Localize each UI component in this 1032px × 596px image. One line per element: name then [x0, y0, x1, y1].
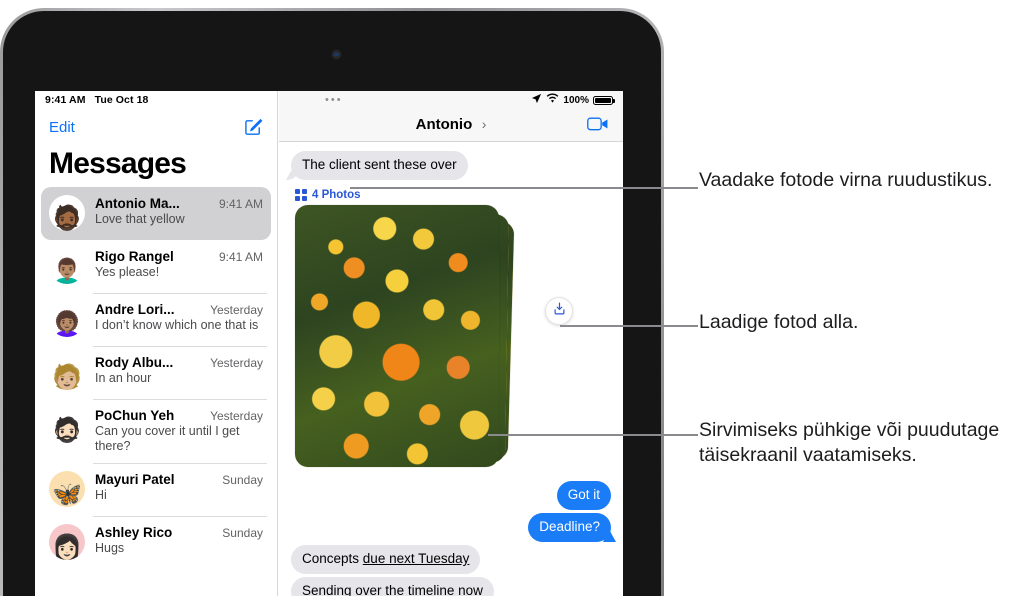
- message-text: Concepts: [302, 551, 363, 566]
- message-bubble[interactable]: Sending over the timeline now: [291, 577, 494, 596]
- photo-grid-icon[interactable]: [295, 189, 307, 201]
- callout-text-1: Vaadake fotode virna ruudustikus.: [699, 169, 993, 191]
- conversation-preview: Hi: [95, 488, 107, 502]
- status-time: 9:41 AM: [45, 94, 86, 106]
- conversation-time: Sunday: [222, 526, 263, 540]
- chevron-right-icon: ›: [481, 116, 487, 132]
- front-camera-icon: [331, 49, 342, 60]
- conversation-time: 9:41 AM: [218, 250, 263, 264]
- conversation-row[interactable]: 👩🏻 Ashley Rico Sunday Hugs: [41, 516, 271, 569]
- messages-top-container: The client sent these over: [291, 151, 611, 180]
- callout-text-2: Laadige fotod alla.: [699, 311, 859, 333]
- message-bubble[interactable]: Got it: [556, 481, 611, 510]
- callout-line-2: [560, 325, 698, 327]
- compose-icon[interactable]: [243, 117, 263, 137]
- photos-group-label: 4 Photos: [295, 189, 611, 201]
- sidebar-nav-bar: Edit: [35, 109, 277, 145]
- ipad-device-frame: 9:41 AM Tue Oct 18 Edit Messages 🧔🏾 Anto…: [0, 8, 664, 596]
- device-bezel: 9:41 AM Tue Oct 18 Edit Messages 🧔🏾 Anto…: [3, 11, 661, 596]
- message-row: Concepts due next Tuesday: [291, 545, 611, 574]
- download-photos-button[interactable]: [545, 297, 573, 325]
- conversation-time: Sunday: [222, 473, 263, 487]
- facetime-video-icon[interactable]: [587, 116, 609, 137]
- photos-count-label[interactable]: 4 Photos: [312, 189, 361, 201]
- conversation-name: Ashley Rico: [95, 525, 173, 540]
- avatar: 👩🏽‍🦱: [49, 301, 85, 337]
- conversation-time: 9:41 AM: [218, 197, 263, 211]
- detail-status-bar: ••• 100%: [279, 91, 623, 109]
- conversation-preview: Yes please!: [95, 265, 160, 279]
- callout-line-1: [350, 187, 698, 189]
- avatar: 🧔🏻: [49, 407, 85, 443]
- battery-full-icon: [593, 95, 615, 105]
- conversation-row[interactable]: 👨🏽‍🦱 Rigo Rangel 9:41 AM Yes please!: [41, 240, 271, 293]
- conversation-name: Rigo Rangel: [95, 249, 174, 264]
- edit-button[interactable]: Edit: [49, 119, 75, 136]
- message-row: Deadline?: [291, 513, 611, 542]
- conversation-time: Yesterday: [210, 356, 263, 370]
- avatar: 👩🏻: [49, 524, 85, 560]
- conversation-preview: Love that yellow: [95, 212, 185, 226]
- date-detector-link[interactable]: due next Tuesday: [363, 551, 470, 566]
- message-row: Sending over the timeline now: [291, 577, 611, 596]
- message-row: The client sent these over: [291, 151, 611, 180]
- status-indicators: 100%: [531, 91, 615, 109]
- conversation-row[interactable]: 🦋 Mayuri Patel Sunday Hi: [41, 463, 271, 516]
- callout-text-3: Sirvimiseks pühkige või puudutage täisek…: [699, 419, 1000, 466]
- device-screen: 9:41 AM Tue Oct 18 Edit Messages 🧔🏾 Anto…: [35, 91, 623, 596]
- message-bubble[interactable]: Deadline?: [528, 513, 611, 542]
- conversation-list: 🧔🏾 Antonio Ma... 9:41 AM Love that yellow 👨🏽…: [35, 187, 277, 569]
- sidebar-status-bar: 9:41 AM Tue Oct 18: [35, 91, 277, 109]
- conversation-preview: Hugs: [95, 541, 125, 555]
- message-bubble[interactable]: Concepts due next Tuesday: [291, 545, 481, 574]
- messages-sidebar: 9:41 AM Tue Oct 18 Edit Messages 🧔🏾 Anto…: [35, 91, 278, 596]
- conversation-detail: ••• 100% Antonio › The client sent these…: [279, 91, 623, 596]
- photo-stack[interactable]: [295, 205, 519, 469]
- conversation-row[interactable]: 👩🏽‍🦱 Andre Lori... Yesterday I don’t know w…: [41, 293, 271, 346]
- message-thread: The client sent these over 4 Photos Got …: [279, 142, 623, 596]
- conversation-name: Antonio Ma...: [95, 196, 180, 211]
- conversation-preview: In an hour: [95, 371, 152, 385]
- page-title: Messages: [49, 147, 187, 180]
- screenshot-root: 9:41 AM Tue Oct 18 Edit Messages 🧔🏾 Anto…: [0, 0, 1032, 596]
- contact-name: Antonio: [415, 116, 473, 133]
- detail-nav-bar: Antonio ›: [279, 109, 623, 142]
- battery-percent: 100%: [563, 94, 589, 106]
- avatar: 🧔🏾: [49, 195, 85, 231]
- message-row: Got it: [291, 481, 611, 510]
- download-to-tray-icon: [552, 301, 567, 321]
- message-bubble[interactable]: The client sent these over: [291, 151, 468, 180]
- avatar: 🦋: [49, 471, 85, 507]
- conversation-row[interactable]: 🧑🏼 Rody Albu... Yesterday In an hour: [41, 346, 271, 399]
- conversation-row[interactable]: 🧔🏻 PoChun Yeh Yesterday Can you cover it un…: [41, 399, 271, 463]
- conversation-preview: Can you cover it until I get there?: [95, 424, 240, 453]
- conversation-name: Andre Lori...: [95, 302, 175, 317]
- conversation-preview: I don’t know which one that is: [95, 318, 259, 332]
- multitask-handle-icon[interactable]: •••: [325, 95, 343, 106]
- conversation-name: PoChun Yeh: [95, 408, 175, 423]
- photo-card-front[interactable]: [295, 205, 499, 467]
- messages-bottom-container: Got it Deadline? Concepts due next Tuesday…: [291, 481, 611, 596]
- conversation-row[interactable]: 🧔🏾 Antonio Ma... 9:41 AM Love that yellow: [41, 187, 271, 240]
- conversation-time: Yesterday: [210, 409, 263, 423]
- conversation-time: Yesterday: [210, 303, 263, 317]
- wifi-icon: [546, 91, 559, 109]
- avatar: 🧑🏼: [49, 354, 85, 390]
- location-arrow-icon: [531, 91, 542, 109]
- status-date: Tue Oct 18: [94, 94, 149, 106]
- conversation-name: Rody Albu...: [95, 355, 174, 370]
- contact-name-button[interactable]: Antonio ›: [416, 116, 487, 134]
- callout-line-3: [488, 434, 698, 436]
- avatar: 👨🏽‍🦱: [49, 248, 85, 284]
- conversation-name: Mayuri Patel: [95, 472, 175, 487]
